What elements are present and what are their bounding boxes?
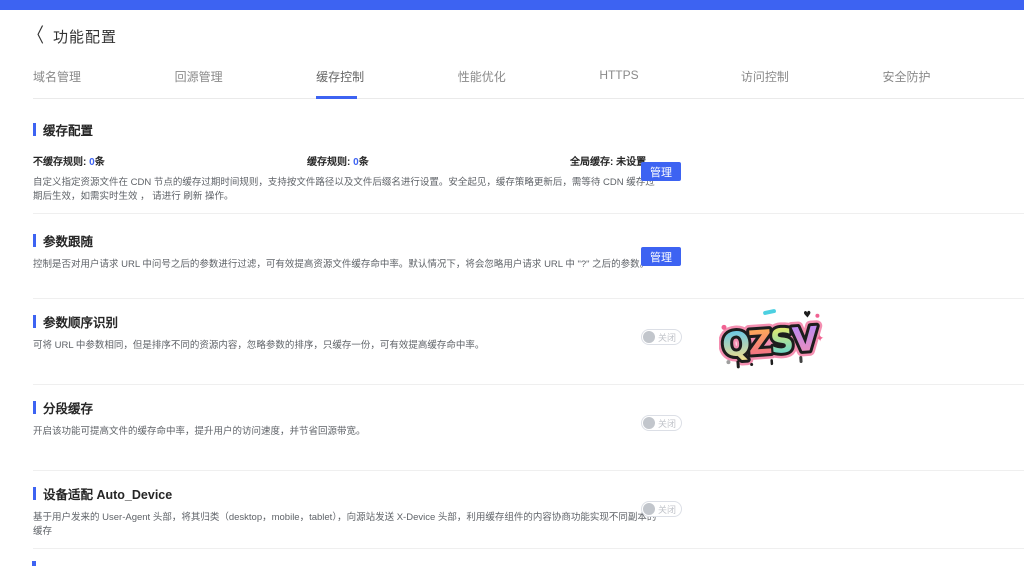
stat-unit: 条 <box>359 157 369 168</box>
stat-global-cache: 全局缓存: 未设置 <box>570 153 646 168</box>
section-title-text: 参数跟随 <box>43 231 93 250</box>
stat-label: 缓存规则: <box>307 157 350 168</box>
watermark-dash-decoration <box>763 309 777 315</box>
stat-unit: 条 <box>95 157 105 168</box>
stat-cache-rules: 缓存规则: 0条 <box>307 153 570 168</box>
tab-domain-management[interactable]: 域名管理 <box>33 68 175 98</box>
section-title-accent-bar <box>33 401 36 414</box>
section-title-text: 分段缓存 <box>43 398 93 417</box>
cache-config-manage-button[interactable]: 管理 <box>641 162 681 181</box>
section-description: 可将 URL 中参数相同，但是排序不同的资源内容，忽略参数的排序，只缓存一份，可… <box>33 339 658 353</box>
next-section-accent-bar <box>32 561 36 566</box>
stat-label: 不缓存规则: <box>33 157 86 168</box>
cache-stats-row: 不缓存规则: 0条 缓存规则: 0条 全局缓存: 未设置 <box>33 153 1024 168</box>
section-range-cache: 分段缓存 开启该功能可提高文件的缓存命中率，提升用户的访问速度，并节省回源带宽。… <box>33 385 1024 471</box>
section-title: 参数跟随 <box>33 231 1024 250</box>
section-title: 设备适配 Auto_Device <box>33 484 1024 503</box>
section-title-text: 设备适配 Auto_Device <box>43 484 172 503</box>
param-follow-manage-button[interactable]: 管理 <box>641 247 681 266</box>
stat-no-cache-rules: 不缓存规则: 0条 <box>33 153 307 168</box>
toggle-label: 关闭 <box>658 331 676 344</box>
section-title-accent-bar <box>33 234 36 247</box>
watermark-drip-decoration <box>750 363 753 366</box>
toggle-knob <box>643 331 655 343</box>
graffiti-watermark-sticker: Q Z S V Q Z S V Q Z S V ♥ ✦ <box>719 309 825 371</box>
toggle-knob <box>643 417 655 429</box>
section-param-follow: 参数跟随 控制是否对用户请求 URL 中问号之后的参数进行过滤，可有效提高资源文… <box>33 214 1024 299</box>
watermark-dot-decoration <box>815 314 819 318</box>
top-accent-bar <box>0 0 1024 10</box>
section-description: 开启该功能可提高文件的缓存命中率，提升用户的访问速度，并节省回源带宽。 <box>33 425 658 439</box>
section-title-accent-bar <box>33 123 36 136</box>
toggle-label: 关闭 <box>658 503 676 516</box>
section-title: 缓存配置 <box>33 120 1024 139</box>
toggle-label: 关闭 <box>658 417 676 430</box>
graffiti-watermark-svg: Q Z S V Q Z S V Q Z S V ♥ ✦ <box>719 309 825 371</box>
section-title-text: 参数顺序识别 <box>43 312 118 331</box>
device-adapt-toggle[interactable]: 关闭 <box>641 501 682 517</box>
section-title: 参数顺序识别 <box>33 312 1024 331</box>
tab-bar: 域名管理 回源管理 缓存控制 性能优化 HTTPS 访问控制 安全防护 <box>33 68 1024 99</box>
section-device-adapt: 设备适配 Auto_Device 基于用户发来的 User-Agent 头部，将… <box>33 471 1024 549</box>
section-title-accent-bar <box>33 315 36 328</box>
main-content: 缓存配置 不缓存规则: 0条 缓存规则: 0条 全局缓存: 未设置 自定义指定资… <box>0 99 1024 549</box>
section-title-text: 缓存配置 <box>43 120 93 139</box>
section-description: 控制是否对用户请求 URL 中问号之后的参数进行过滤，可有效提高资源文件缓存命中… <box>33 258 658 272</box>
section-param-order: 参数顺序识别 可将 URL 中参数相同，但是排序不同的资源内容，忽略参数的排序，… <box>33 299 1024 385</box>
sparkle-icon: ✦ <box>815 333 824 345</box>
page-header: 〈 功能配置 <box>0 10 1024 47</box>
tab-origin-management[interactable]: 回源管理 <box>175 68 317 98</box>
range-cache-toggle[interactable]: 关闭 <box>641 415 682 431</box>
section-cache-config: 缓存配置 不缓存规则: 0条 缓存规则: 0条 全局缓存: 未设置 自定义指定资… <box>33 99 1024 214</box>
tab-security[interactable]: 安全防护 <box>882 68 1024 98</box>
tab-https[interactable]: HTTPS <box>599 68 741 98</box>
section-description: 基于用户发来的 User-Agent 头部，将其归类（desktop，mobil… <box>33 511 658 539</box>
tab-cache-control[interactable]: 缓存控制 <box>316 68 458 98</box>
tab-performance[interactable]: 性能优化 <box>458 68 600 98</box>
watermark-drip-decoration <box>770 359 773 365</box>
section-title-accent-bar <box>33 487 36 500</box>
param-order-toggle[interactable]: 关闭 <box>641 329 682 345</box>
stat-label: 全局缓存: <box>570 157 613 168</box>
tab-cache-control-label: 缓存控制 <box>316 70 364 84</box>
page-title: 功能配置 <box>53 26 117 47</box>
tab-access-control[interactable]: 访问控制 <box>741 68 883 98</box>
heart-icon: ♥ <box>803 310 812 321</box>
back-icon[interactable]: 〈 <box>28 27 44 47</box>
section-title: 分段缓存 <box>33 398 1024 417</box>
watermark-drip-decoration <box>799 356 802 363</box>
watermark-drip-decoration <box>736 360 740 368</box>
toggle-knob <box>643 503 655 515</box>
section-description: 自定义指定资源文件在 CDN 节点的缓存过期时间规则，支持按文件路径以及文件后缀… <box>33 176 658 204</box>
